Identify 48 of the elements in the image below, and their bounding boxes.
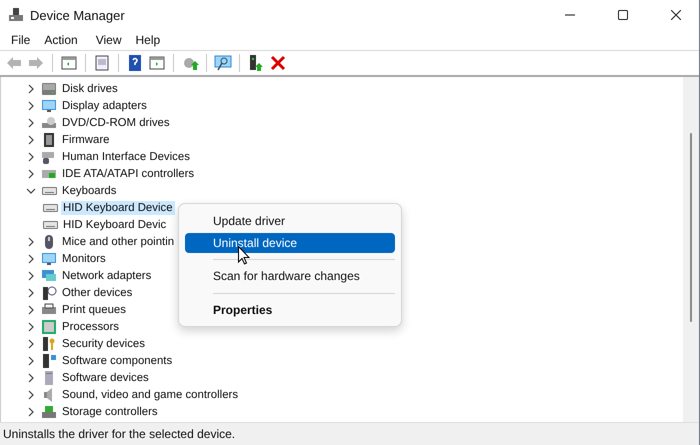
tree-item[interactable]: Firmware	[60, 132, 112, 146]
tree-item[interactable]: HID Keyboard Device	[61, 200, 175, 214]
tree-item[interactable]: Mice and other pointin	[60, 234, 176, 248]
display-icon	[41, 250, 57, 266]
tree-item[interactable]: Keyboards	[60, 184, 118, 198]
tree-item[interactable]: Sound, video and game controllers	[60, 388, 240, 402]
menu-item[interactable]: View	[88, 33, 128, 47]
tree-item[interactable]: Software components	[60, 354, 174, 368]
other-icon	[41, 284, 57, 300]
close-icon[interactable]	[671, 10, 681, 20]
scrollbar[interactable]	[683, 77, 699, 422]
tree-item[interactable]: HID Keyboard Devic	[61, 218, 168, 232]
monitor-search-button[interactable]	[213, 53, 233, 73]
window-title: Device Manager	[30, 8, 126, 22]
menu-item[interactable]: Help	[128, 33, 168, 47]
device-manager-icon	[9, 8, 23, 22]
tree-item[interactable]: Storage controllers	[60, 404, 160, 418]
chip-icon	[41, 132, 57, 148]
storage-icon	[41, 404, 57, 420]
display-icon	[41, 98, 57, 114]
tree-item[interactable]: DVD/CD-ROM drives	[60, 116, 172, 130]
minimize-icon[interactable]	[565, 14, 575, 16]
menu-item[interactable]: Update driver	[185, 211, 395, 231]
network-icon	[41, 268, 57, 284]
close-button[interactable]	[268, 53, 288, 73]
tree-item[interactable]: Processors	[60, 320, 121, 334]
tree-item[interactable]: Software devices	[60, 370, 151, 384]
dvd-icon	[41, 114, 57, 130]
cpu-icon	[41, 318, 57, 334]
cursor-icon	[238, 246, 250, 265]
status-text: Uninstalls the driver for the selected device.	[3, 427, 236, 441]
tree-item[interactable]: Network adapters	[60, 268, 154, 282]
tree-item[interactable]: Security devices	[60, 336, 147, 350]
menu-item[interactable]: File	[4, 33, 38, 47]
tree-item[interactable]: Other devices	[60, 286, 134, 300]
menu-item[interactable]: Properties	[185, 300, 395, 320]
menu-item[interactable]: Uninstall device	[185, 233, 395, 253]
menu-item[interactable]: Scan for hardware changes	[185, 266, 395, 286]
tree-item[interactable]: Disk drives	[60, 82, 120, 96]
tree-item[interactable]: Human Interface Devices	[60, 150, 192, 164]
menu-item[interactable]: Action	[37, 33, 85, 47]
security-icon	[41, 336, 57, 352]
tree-item[interactable]: Display adapters	[60, 98, 149, 112]
tree-item[interactable]: IDE ATA/ATAPI controllers	[60, 166, 196, 180]
maximize-icon[interactable]	[618, 10, 628, 20]
tree-item[interactable]: Monitors	[60, 252, 108, 266]
tree-item[interactable]: Print queues	[60, 302, 128, 316]
component-icon	[41, 352, 57, 368]
